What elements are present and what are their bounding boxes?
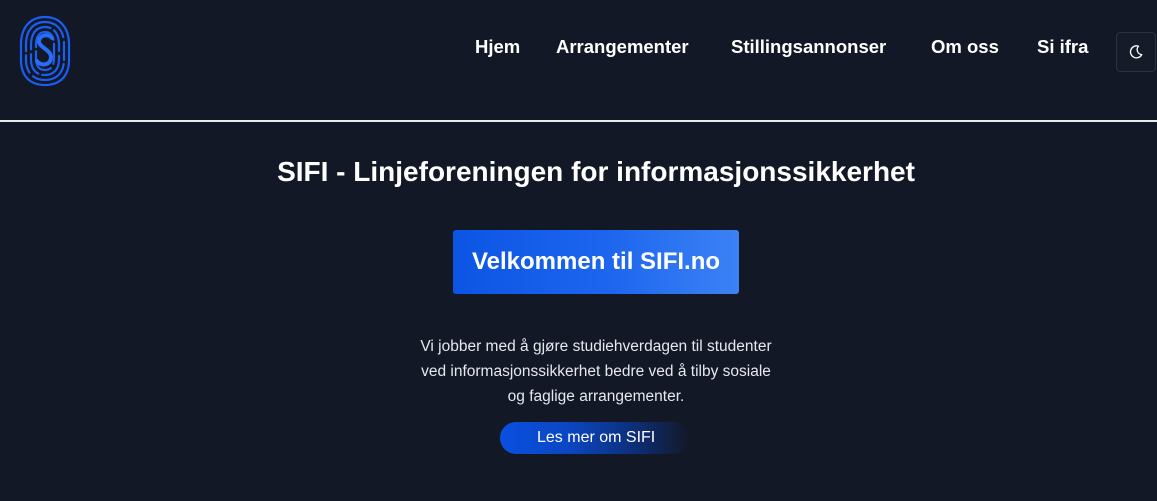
theme-toggle-button[interactable] — [1116, 32, 1156, 72]
nav-item-hjem[interactable]: Hjem — [475, 34, 520, 60]
read-more-button[interactable]: Les mer om SIFI — [500, 422, 690, 454]
welcome-banner: Velkommen til SIFI.no — [453, 230, 739, 294]
description-line: Vi jobber med å gjøre studiehverdagen ti… — [420, 338, 772, 355]
moon-icon — [1129, 45, 1143, 59]
site-header: Hjem Arrangementer Stillingsannonser Om … — [0, 0, 1157, 120]
nav-item-stillingsannonser[interactable]: Stillingsannonser — [731, 34, 886, 60]
nav-item-si-ifra[interactable]: Si ifra — [1037, 34, 1088, 60]
description-line: ved informasjonssikkerhet bedre ved å ti… — [421, 363, 771, 380]
nav-item-arrangementer[interactable]: Arrangementer — [556, 34, 689, 60]
page-title: SIFI - Linjeforeningen for informasjonss… — [277, 156, 915, 187]
main-nav: Hjem Arrangementer Stillingsannonser Om … — [0, 34, 1157, 60]
header-divider — [0, 120, 1157, 122]
nav-item-om-oss[interactable]: Om oss — [931, 34, 999, 60]
intro-description: Vi jobber med å gjøre studiehverdagen ti… — [380, 334, 812, 409]
page: Hjem Arrangementer Stillingsannonser Om … — [0, 0, 1157, 501]
description-line: og faglige arrangementer. — [507, 388, 685, 405]
